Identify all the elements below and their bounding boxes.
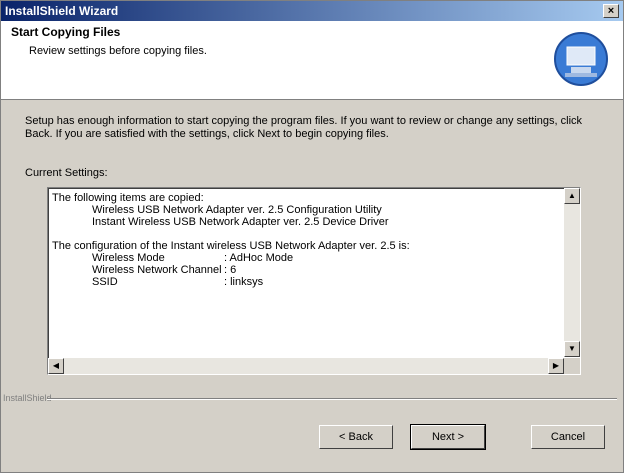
window-title: InstallShield Wizard [5,4,119,18]
back-button[interactable]: < Back [319,425,393,449]
current-settings-label: Current Settings: [25,167,108,179]
footer-divider [47,398,617,400]
vertical-scrollbar[interactable]: ▲ ▼ [564,188,580,357]
copied-item: Wireless USB Network Adapter ver. 2.5 Co… [92,204,382,216]
installshield-window: InstallShield Wizard × Start Copying Fil… [0,0,624,473]
cancel-button[interactable]: Cancel [531,425,605,449]
config-key: Wireless Network Channel [92,264,222,276]
installshield-brand: InstallShield [3,393,52,403]
scroll-down-icon[interactable]: ▼ [564,341,580,357]
horizontal-scrollbar[interactable]: ◀ ▶ [48,358,564,374]
config-value: : 6 [224,264,237,276]
scroll-corner [564,358,580,374]
close-button[interactable]: × [603,4,619,18]
config-row: SSID : linksys [52,276,557,288]
config-key: Wireless Mode [92,252,165,264]
header-subtitle: Review settings before copying files. [29,45,207,57]
copied-heading: The following items are copied: [52,192,204,204]
config-key: SSID [92,276,118,288]
settings-textbox[interactable]: The following items are copied: Wireless… [47,187,581,375]
scroll-right-icon[interactable]: ▶ [548,358,564,374]
copied-item: Instant Wireless USB Network Adapter ver… [92,216,389,228]
config-value: : AdHoc Mode [224,252,294,264]
scroll-left-icon[interactable]: ◀ [48,358,64,374]
title-bar: InstallShield Wizard × [1,1,623,21]
scroll-up-icon[interactable]: ▲ [564,188,580,204]
settings-content: The following items are copied: Wireless… [52,192,557,357]
header-title: Start Copying Files [11,25,121,39]
next-button[interactable]: Next > [410,424,486,450]
config-heading: The configuration of the Instant wireles… [52,240,410,252]
installer-computer-icon [554,32,608,86]
intro-text: Setup has enough information to start co… [25,115,583,140]
config-value: : linksys [224,276,264,288]
config-row: Wireless Mode : AdHoc Mode [52,252,557,264]
header-panel: Start Copying Files Review settings befo… [1,21,623,100]
config-row: Wireless Network Channel : 6 [52,264,557,276]
